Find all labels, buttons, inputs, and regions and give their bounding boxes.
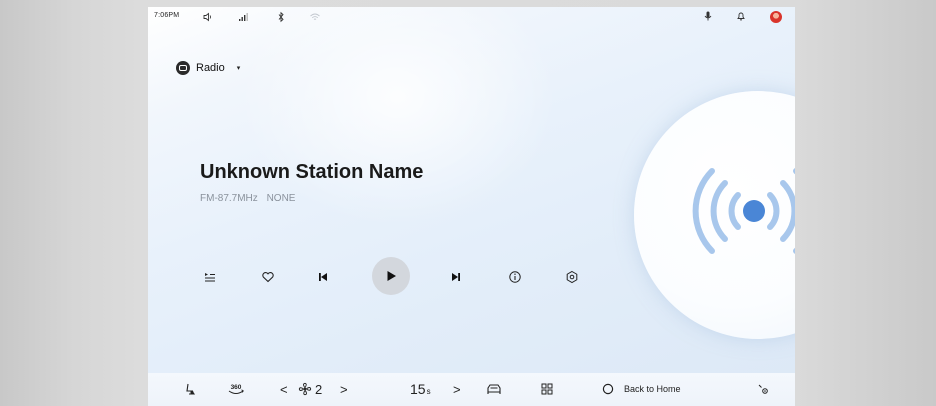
clock: 7:06PM (154, 12, 180, 19)
mic-icon[interactable] (702, 10, 714, 22)
playlist-button[interactable] (198, 265, 222, 289)
radio-waves-icon (692, 168, 795, 254)
radio-artwork-disc (634, 91, 795, 339)
bluetooth-icon (278, 11, 284, 23)
source-label: Radio (196, 62, 225, 74)
camera-360-button[interactable]: 360 (226, 379, 246, 399)
status-bar: 7:06PM (148, 7, 795, 29)
station-name: Unknown Station Name (200, 161, 424, 183)
chevron-down-icon: ▾ (236, 65, 241, 72)
settings-button[interactable] (560, 265, 584, 289)
bell-icon[interactable] (735, 10, 747, 22)
next-icon (452, 273, 460, 281)
settings-icon (566, 270, 578, 284)
station-frequency: FM-87.7MHz (200, 193, 258, 204)
seat-heat-unit: s (426, 386, 431, 396)
seat-icon (186, 383, 196, 395)
back-to-home-label: Back to Home (624, 384, 681, 394)
device-frame: 7:06PM Radio ▾ Unknown Station Name FM-8… (0, 0, 936, 406)
chevron-right-icon: > (453, 381, 461, 397)
fan-icon (298, 382, 312, 396)
back-to-home-button[interactable]: Back to Home (602, 379, 681, 399)
fan-speed: 2 (298, 379, 322, 399)
home-circle-icon (602, 383, 614, 395)
signal-icon (239, 13, 248, 21)
fan-increase-button[interactable]: > (340, 379, 348, 399)
volume-icon[interactable] (202, 11, 214, 23)
bottom-dock: 360 < 2 > 15 s > Back to Home (148, 373, 795, 406)
seat-heat-increase-button[interactable]: > (453, 379, 461, 399)
play-icon (387, 271, 396, 281)
avatar[interactable] (770, 11, 782, 23)
source-selector[interactable]: Radio ▾ (176, 59, 240, 77)
favorite-icon (262, 272, 274, 283)
vehicle-button[interactable] (486, 379, 502, 399)
play-button[interactable] (372, 257, 410, 295)
infotainment-screen: 7:06PM Radio ▾ Unknown Station Name FM-8… (148, 7, 795, 406)
chevron-right-icon: > (340, 381, 348, 397)
fan-decrease-button[interactable]: < (280, 379, 288, 399)
wifi-icon (310, 13, 320, 20)
svg-text:360: 360 (231, 384, 242, 391)
station-details: FM-87.7MHz NONE (200, 193, 295, 204)
settings-gear-icon (758, 384, 768, 394)
car-settings-button[interactable] (756, 379, 770, 399)
previous-button[interactable] (311, 265, 335, 289)
apps-button[interactable] (540, 379, 554, 399)
fan-level: 2 (315, 381, 323, 397)
apps-grid-icon (541, 383, 553, 395)
chevron-left-icon: < (280, 381, 288, 397)
info-icon (509, 271, 521, 283)
radio-source-icon (176, 61, 190, 75)
favorite-button[interactable] (256, 265, 280, 289)
next-button[interactable] (444, 265, 468, 289)
driver-seat-button[interactable] (184, 379, 198, 399)
seat-heat-value: 15 (410, 381, 426, 397)
playlist-icon (205, 273, 215, 282)
camera-360-icon: 360 (228, 384, 244, 394)
info-button[interactable] (503, 265, 527, 289)
seat-heat-level: 15 s (410, 379, 431, 399)
previous-icon (319, 273, 327, 281)
car-icon (487, 384, 501, 394)
station-rds: NONE (266, 193, 296, 204)
